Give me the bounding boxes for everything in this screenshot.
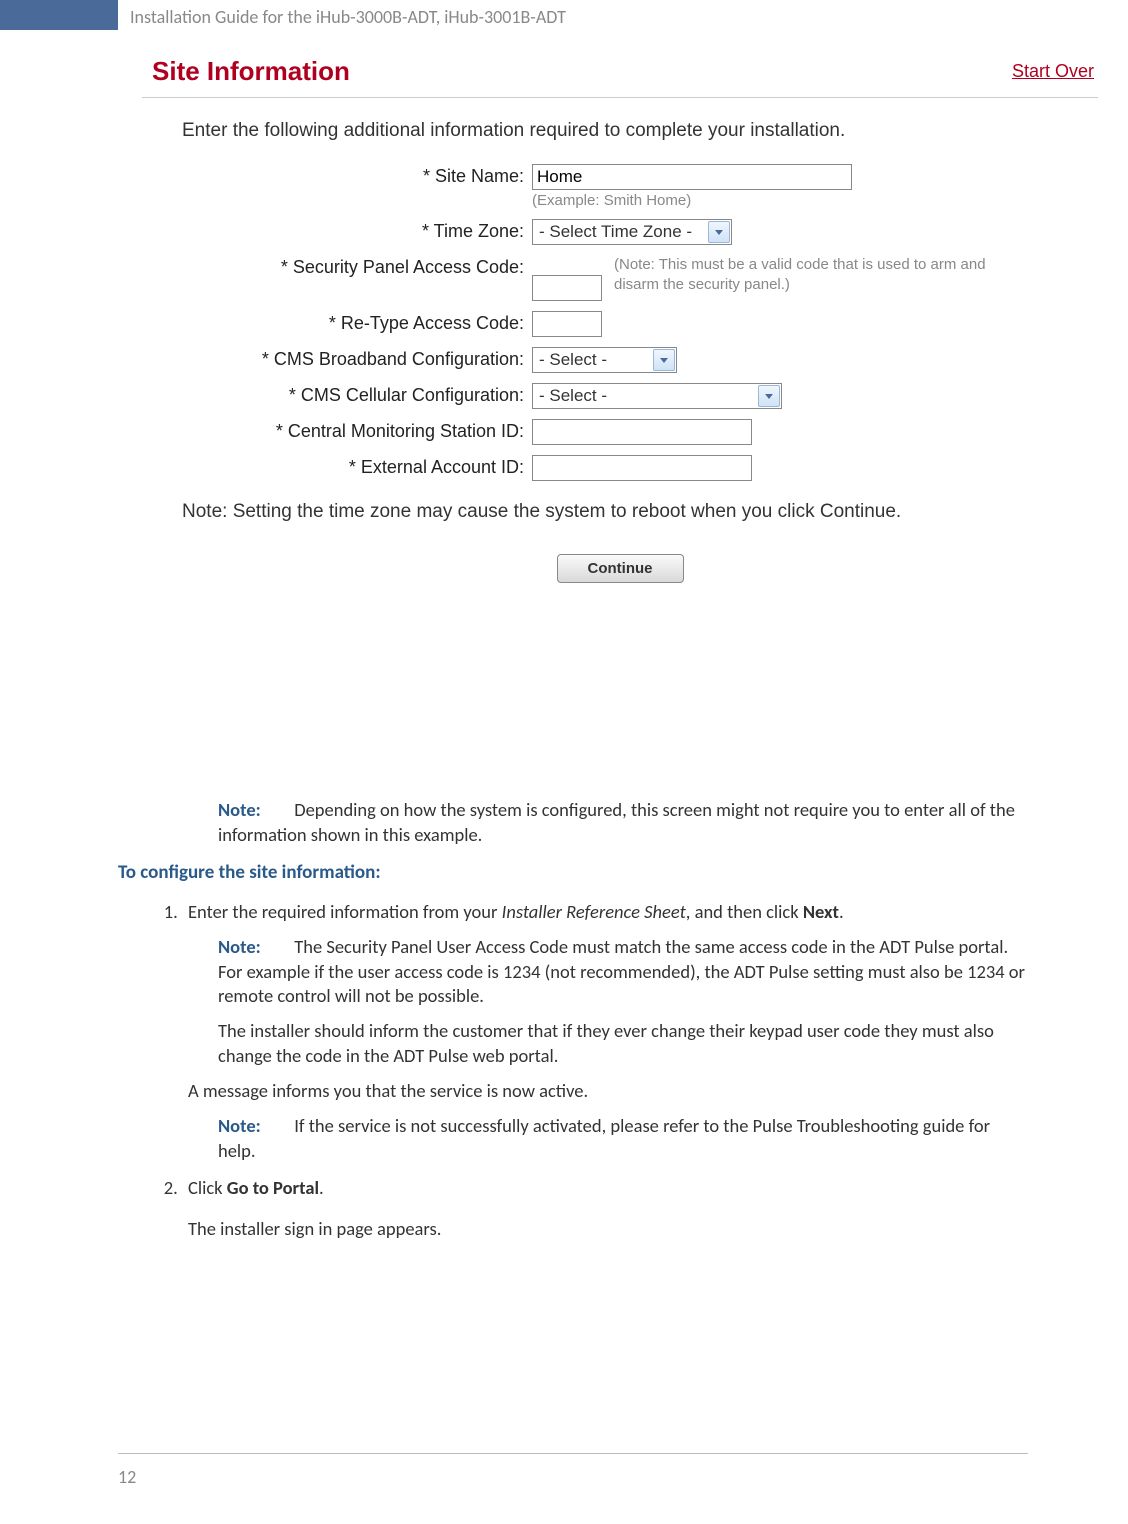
time-zone-select[interactable]: - Select Time Zone - (532, 219, 732, 245)
ext-account-row: * External Account ID: (202, 455, 1098, 481)
cms-cellular-value: - Select - (533, 386, 757, 406)
site-name-input[interactable] (532, 164, 852, 190)
step-2-text-b: . (319, 1176, 324, 1199)
document-body: Note: Depending on how the system is con… (118, 790, 1028, 1254)
access-code-label: * Security Panel Access Code: (202, 255, 532, 279)
access-code-note: (Note: This must be a valid code that is… (614, 255, 994, 294)
step-2-after: The installer sign in page appears. (188, 1217, 1028, 1242)
step-1-em: Installer Reference Sheet (502, 900, 686, 923)
access-code-input[interactable] (532, 275, 602, 301)
step-1-note-3: Note: If the service is not successfully… (218, 1114, 1028, 1164)
time-zone-label: * Time Zone: (202, 219, 532, 243)
cms-cellular-select[interactable]: - Select - (532, 383, 782, 409)
screenshot-header: Site Information Start Over (142, 50, 1098, 98)
note-block-1: Note: Depending on how the system is con… (218, 798, 1028, 848)
footer-divider (118, 1453, 1028, 1454)
site-name-label: * Site Name: (202, 164, 532, 188)
intro-text: Enter the following additional informati… (182, 120, 1098, 142)
continue-button[interactable]: Continue (557, 554, 684, 583)
document-header-title: Installation Guide for the iHub-3000B-AD… (130, 6, 566, 28)
retype-code-row: * Re-Type Access Code: (202, 311, 1098, 337)
step-1: Enter the required information from your… (182, 900, 1028, 1165)
page-number: 12 (118, 1466, 136, 1488)
time-zone-row: * Time Zone: - Select Time Zone - (202, 219, 1098, 245)
site-information-heading: Site Information (152, 56, 350, 87)
note-label: Note: (218, 1114, 261, 1137)
step-1-text-a: Enter the required information from your (188, 900, 502, 923)
cms-broadband-value: - Select - (533, 350, 652, 370)
retype-code-label: * Re-Type Access Code: (202, 311, 532, 335)
chevron-down-icon (708, 221, 730, 243)
cms-broadband-label: * CMS Broadband Configuration: (202, 347, 532, 371)
bottom-note: Note: Setting the time zone may cause th… (182, 499, 982, 526)
start-over-link[interactable]: Start Over (1012, 61, 1094, 82)
cms-broadband-row: * CMS Broadband Configuration: - Select … (202, 347, 1098, 373)
site-information-screenshot: Site Information Start Over Enter the fo… (142, 50, 1098, 583)
cms-id-input[interactable] (532, 419, 752, 445)
step-1-text-c: . (839, 900, 844, 923)
step-1-text-b: , and then click (686, 900, 803, 923)
ext-account-label: * External Account ID: (202, 455, 532, 479)
cms-id-label: * Central Monitoring Station ID: (202, 419, 532, 443)
cms-cellular-row: * CMS Cellular Configuration: - Select - (202, 383, 1098, 409)
ext-account-input[interactable] (532, 455, 752, 481)
note-1-text: Depending on how the system is configure… (218, 798, 1015, 846)
note-3-text: If the service is not successfully activ… (218, 1114, 990, 1162)
chevron-down-icon (653, 349, 675, 371)
step-2-bold: Go to Portal (227, 1176, 319, 1199)
header-accent-bar (0, 0, 118, 30)
section-heading: To configure the site information: (118, 860, 1028, 886)
cms-id-row: * Central Monitoring Station ID: (202, 419, 1098, 445)
step-1-bold: Next (803, 900, 839, 923)
step-2: Click Go to Portal. The installer sign i… (182, 1176, 1028, 1242)
note-label: Note: (218, 935, 261, 958)
steps-list: Enter the required information from your… (182, 900, 1028, 1243)
time-zone-value: - Select Time Zone - (533, 222, 707, 242)
step-1-after: A message informs you that the service i… (188, 1079, 1028, 1104)
step-1-note-b: The installer should inform the customer… (218, 1019, 1028, 1069)
site-name-example: (Example: Smith Home) (532, 192, 852, 209)
retype-code-input[interactable] (532, 311, 602, 337)
access-code-row: * Security Panel Access Code: (Note: Thi… (202, 255, 1098, 301)
step-1-note: Note: The Security Panel User Access Cod… (218, 935, 1028, 1010)
note-label: Note: (218, 798, 261, 821)
chevron-down-icon (758, 385, 780, 407)
form-container: * Site Name: (Example: Smith Home) * Tim… (202, 164, 1098, 481)
cms-cellular-label: * CMS Cellular Configuration: (202, 383, 532, 407)
note-2-text: The Security Panel User Access Code must… (218, 935, 1025, 1008)
step-2-text-a: Click (188, 1176, 227, 1199)
site-name-row: * Site Name: (Example: Smith Home) (202, 164, 1098, 209)
cms-broadband-select[interactable]: - Select - (532, 347, 677, 373)
